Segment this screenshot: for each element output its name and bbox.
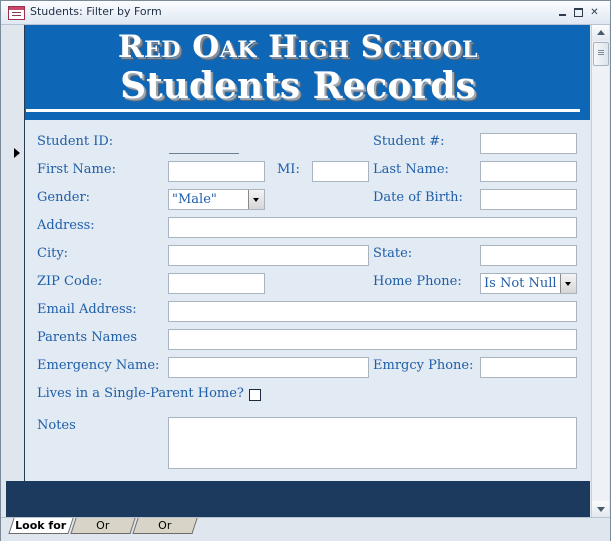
gender-combo[interactable]: "Male"	[168, 189, 265, 210]
title-bar: Students: Filter by Form ✕	[1, 1, 610, 25]
form-icon	[8, 6, 25, 20]
chevron-down-icon[interactable]	[248, 190, 264, 209]
home-phone-combo[interactable]: Is Not Null	[480, 273, 577, 294]
emergency-phone-label: Emrgcy Phone:	[373, 358, 474, 373]
notes-label: Notes	[37, 418, 76, 433]
student-id-label: Student ID:	[37, 134, 114, 149]
email-label: Email Address:	[37, 302, 137, 317]
address-field[interactable]	[168, 217, 577, 238]
tab-or-2-label: Or	[158, 519, 172, 532]
form-subtitle: Students Records	[120, 65, 476, 107]
tab-look-for[interactable]: Look for	[8, 518, 74, 534]
tab-or-2[interactable]: Or	[132, 518, 198, 534]
student-number-label: Student #:	[373, 134, 445, 149]
address-label: Address:	[37, 218, 95, 233]
chevron-down-icon[interactable]	[560, 274, 576, 293]
last-name-field[interactable]	[480, 161, 577, 182]
emergency-name-label: Emergency Name:	[37, 358, 160, 373]
emergency-phone-field[interactable]	[480, 357, 577, 378]
form-header: Red Oak High School Students Records	[6, 25, 590, 120]
gender-value: "Male"	[172, 192, 217, 207]
single-parent-label: Lives in a Single-Parent Home?	[37, 386, 244, 401]
scroll-down-icon[interactable]	[592, 501, 609, 517]
mi-label: MI:	[277, 162, 300, 177]
record-selector[interactable]	[6, 25, 25, 481]
tab-or-1-label: Or	[96, 519, 110, 532]
header-divider	[26, 109, 580, 112]
parents-field[interactable]	[168, 329, 577, 350]
student-id-field	[169, 153, 239, 154]
zip-label: ZIP Code:	[37, 274, 103, 289]
filter-tab-strip: Look for Or Or	[1, 517, 610, 541]
single-parent-checkbox[interactable]	[249, 389, 261, 401]
student-number-field[interactable]	[480, 133, 577, 154]
mi-field[interactable]	[312, 161, 369, 182]
vertical-scrollbar[interactable]	[591, 25, 609, 517]
dob-field[interactable]	[480, 189, 577, 210]
home-phone-value: Is Not Null	[484, 276, 557, 291]
state-field[interactable]	[480, 245, 577, 266]
zip-field[interactable]	[168, 273, 265, 294]
home-phone-label: Home Phone:	[373, 274, 462, 289]
last-name-label: Last Name:	[373, 162, 449, 177]
city-label: City:	[37, 246, 69, 261]
email-field[interactable]	[168, 301, 577, 322]
school-name: Red Oak High School	[117, 29, 479, 65]
scroll-thumb[interactable]	[593, 42, 609, 66]
state-label: State:	[373, 246, 413, 261]
tab-or-1[interactable]: Or	[70, 518, 136, 534]
tab-look-for-label: Look for	[15, 519, 67, 532]
notes-field[interactable]	[168, 417, 577, 469]
form-footer	[6, 481, 590, 517]
window-title: Students: Filter by Form	[30, 5, 162, 18]
minimize-icon[interactable]	[557, 7, 568, 18]
dob-label: Date of Birth:	[373, 190, 463, 205]
emergency-name-field[interactable]	[168, 357, 369, 378]
form-window: Students: Filter by Form ✕ Red Oak High …	[0, 0, 611, 541]
city-field[interactable]	[168, 245, 369, 266]
first-name-field[interactable]	[168, 161, 265, 182]
close-icon[interactable]: ✕	[589, 7, 600, 18]
first-name-label: First Name:	[37, 162, 116, 177]
gender-label: Gender:	[37, 190, 91, 205]
record-selector-arrow-icon	[14, 148, 20, 158]
restore-icon[interactable]	[573, 7, 584, 18]
parents-label: Parents Names	[37, 330, 138, 345]
scroll-up-icon[interactable]	[592, 25, 609, 41]
